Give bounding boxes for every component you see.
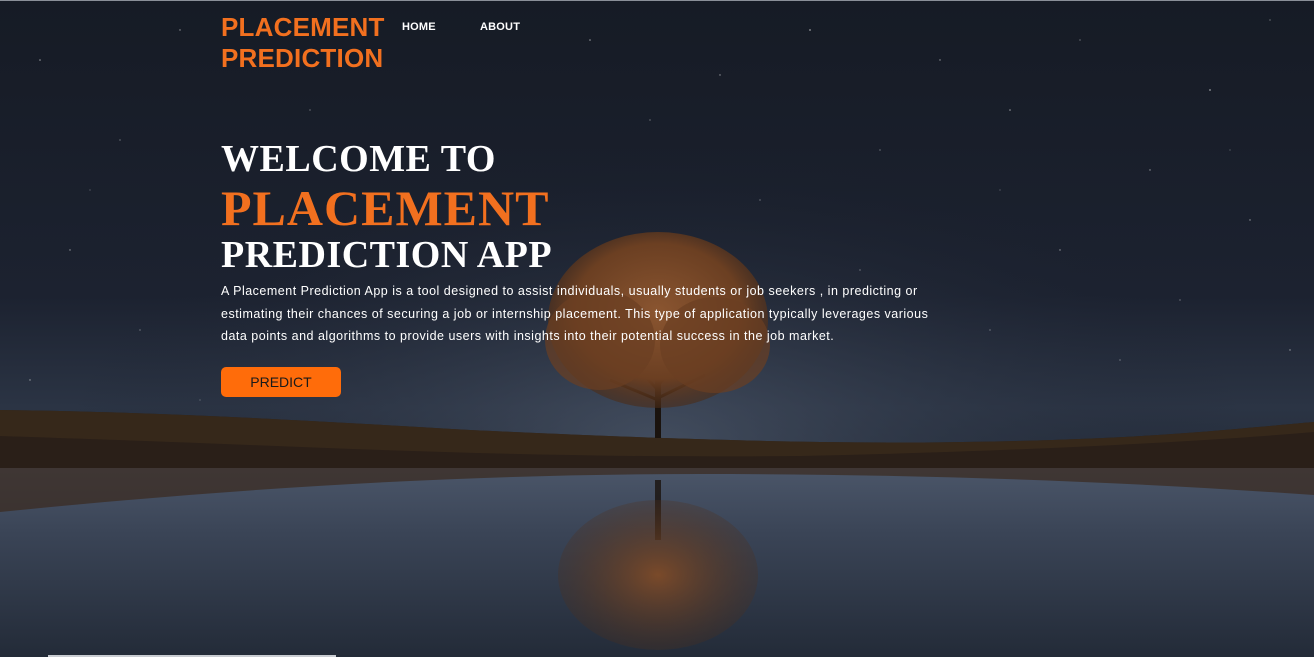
- hero-heading-line-2: PLACEMENT: [221, 180, 550, 236]
- hero-heading-line-3: PREDICTION APP: [221, 234, 553, 276]
- brand-logo[interactable]: PLACEMENT PREDICTION: [221, 12, 396, 74]
- predict-button[interactable]: PREDICT: [221, 367, 341, 397]
- top-border: [0, 0, 1314, 1]
- hero-section: WELCOME TO PLACEMENT PREDICTION APP A Pl…: [221, 138, 941, 348]
- logo-line-2: PREDICTION: [221, 43, 384, 73]
- logo-line-1: PLACEMENT: [221, 12, 385, 42]
- nav-about-link[interactable]: ABOUT: [480, 21, 520, 33]
- page: PLACEMENT PREDICTION HOME ABOUT WELCOME …: [0, 0, 1314, 657]
- hero-heading-line-1: WELCOME TO: [221, 138, 496, 180]
- nav-home-link[interactable]: HOME: [402, 21, 436, 33]
- hero-description: A Placement Prediction App is a tool des…: [221, 284, 929, 343]
